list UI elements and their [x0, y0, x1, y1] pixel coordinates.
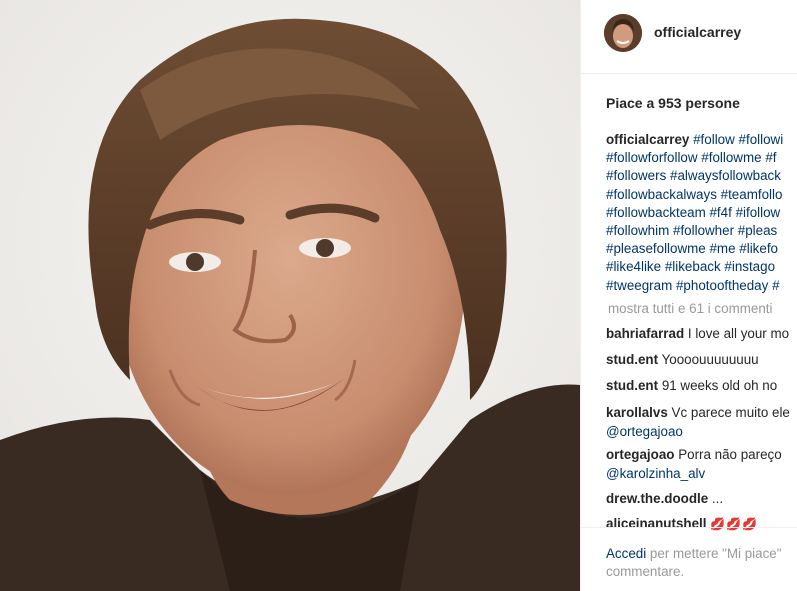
post-details-panel: officialcarrey Piace a 953 persone offic… — [580, 0, 797, 591]
portrait-image — [0, 0, 580, 591]
comment: karollalvs Vc parece muito ele @ortegajo… — [606, 404, 790, 441]
hashtag[interactable]: #likeback — [665, 259, 721, 274]
caption-line: #like4like #likeback #instago — [606, 258, 797, 276]
hashtag[interactable]: #like4like — [606, 259, 661, 274]
caption-line: #followforfollow #followme #f — [606, 149, 797, 167]
post-caption: officialcarrey #follow #followi #followf… — [606, 131, 797, 295]
caption-line: #followbackalways #teamfollo — [606, 186, 797, 204]
comment-text: 91 weeks old oh no — [661, 378, 778, 393]
caption-line: #followbackteam #f4f #ifollow — [606, 204, 797, 222]
comment-username[interactable]: stud.ent — [606, 378, 658, 393]
comment-mention[interactable]: @ortegajoao — [606, 424, 683, 439]
hashtag[interactable]: #followforfollow — [606, 150, 698, 165]
hashtag[interactable]: #photooftheday — [676, 278, 768, 293]
caption-username[interactable]: officialcarrey — [606, 132, 689, 147]
comment-username[interactable]: karollalvs — [606, 405, 668, 420]
caption-line: #tweegram #photooftheday # — [606, 277, 797, 295]
hashtag[interactable]: #follow — [693, 132, 735, 147]
comment-text: Porra não pareço — [678, 447, 782, 462]
hashtag[interactable]: #followers — [606, 168, 666, 183]
hashtag[interactable]: #pleas — [738, 223, 777, 238]
comment-username[interactable]: drew.the.doodle — [606, 491, 708, 506]
hashtag[interactable]: #me — [709, 241, 735, 256]
hashtag[interactable]: #followi — [739, 132, 784, 147]
comment: ortegajoao Porra não pareço @karolzinha_… — [606, 446, 782, 483]
likes-count[interactable]: Piace a 953 persone — [606, 95, 740, 111]
show-all-comments-link[interactable]: mostra tutti e 61 i commenti — [608, 301, 772, 316]
hashtag[interactable]: #followbackteam — [606, 205, 706, 220]
comment: drew.the.doodle ... — [606, 491, 723, 506]
comment: stud.ent 91 weeks old oh no — [606, 378, 777, 393]
hashtag[interactable]: #alwaysfollowback — [670, 168, 781, 183]
hashtag[interactable]: #f4f — [709, 205, 731, 220]
login-link[interactable]: Accedi — [606, 546, 646, 561]
hashtag[interactable]: #pleasefollowme — [606, 241, 706, 256]
hashtag[interactable]: #followher — [673, 223, 734, 238]
comment-text: Yoooouuuuuuuu — [661, 352, 759, 367]
caption-line: #followhim #followher #pleas — [606, 222, 797, 240]
hashtag[interactable]: #f — [765, 150, 776, 165]
comment-text: I love all your mo — [687, 326, 790, 341]
comment-mention[interactable]: @karolzinha_alv — [606, 466, 705, 481]
hashtag[interactable]: # — [772, 278, 779, 293]
comment-text: Vc parece muito ele — [671, 405, 790, 420]
login-prompt-text: per mettere "Mi piace" — [646, 546, 782, 561]
post-photo[interactable] — [0, 0, 580, 591]
avatar-image — [604, 14, 642, 52]
comment-username[interactable]: ortegajoao — [606, 447, 674, 462]
login-prompt: Accedi per mettere "Mi piace" commentare… — [606, 545, 797, 581]
hashtag[interactable]: #followbackalways — [606, 187, 717, 202]
hashtag[interactable]: #teamfollo — [721, 187, 783, 202]
caption-line: officialcarrey #follow #followi — [606, 131, 797, 149]
caption-line: #followers #alwaysfollowback — [606, 167, 797, 185]
login-prompt-text-line2: commentare. — [606, 564, 685, 579]
post-footer: Accedi per mettere "Mi piace" commentare… — [581, 527, 797, 591]
hashtag[interactable]: #ifollow — [736, 205, 781, 220]
comment-username[interactable]: stud.ent — [606, 352, 658, 367]
hashtag[interactable]: #instago — [724, 259, 775, 274]
comment: bahriafarrad I love all your mo — [606, 326, 789, 341]
hashtag[interactable]: #likefo — [739, 241, 778, 256]
hashtag[interactable]: #tweegram — [606, 278, 672, 293]
hashtag[interactable]: #followhim — [606, 223, 669, 238]
caption-line: #pleasefollowme #me #likefo — [606, 240, 797, 258]
comment-username[interactable]: bahriafarrad — [606, 326, 684, 341]
comment: stud.ent Yoooouuuuuuuu — [606, 352, 759, 367]
post-header: officialcarrey — [581, 0, 797, 74]
avatar[interactable] — [604, 14, 642, 52]
comment-text: ... — [711, 491, 724, 506]
post-username[interactable]: officialcarrey — [654, 24, 741, 40]
hashtag[interactable]: #followme — [701, 150, 761, 165]
